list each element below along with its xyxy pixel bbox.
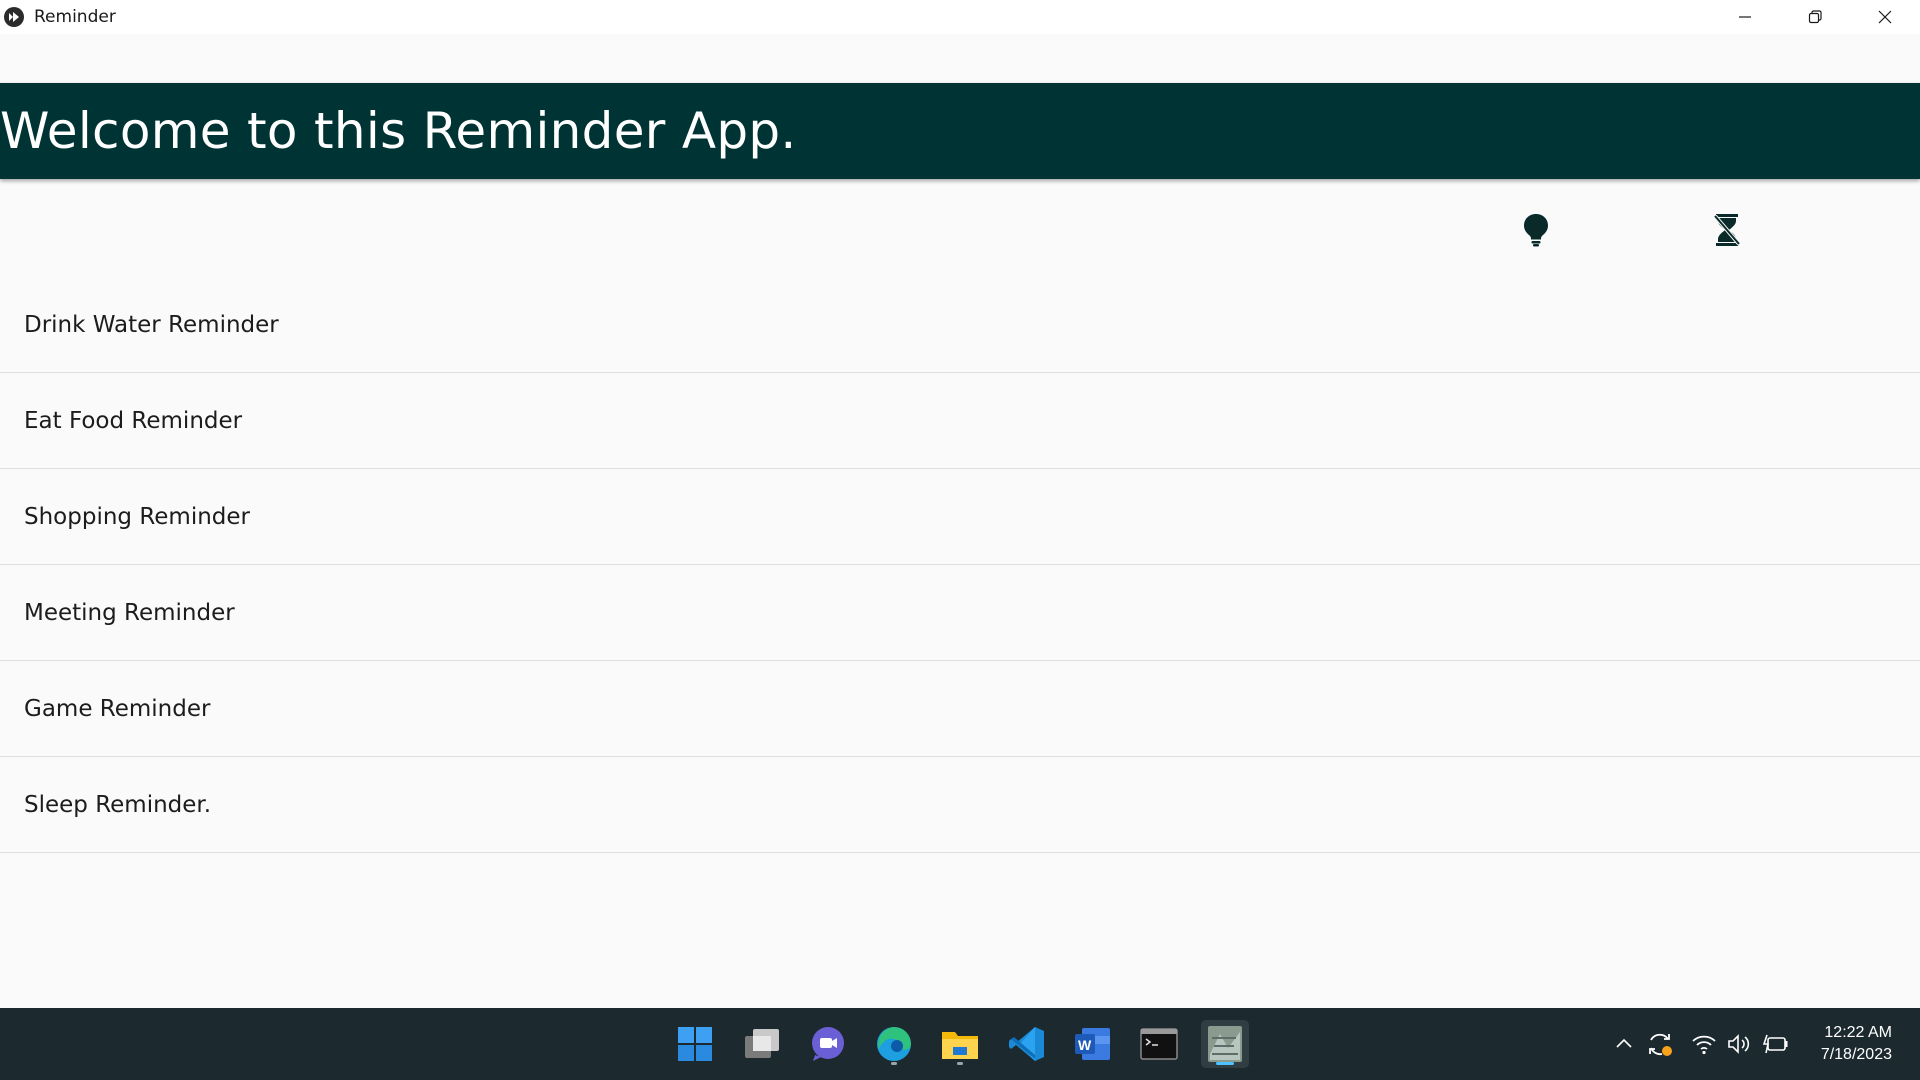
list-item-label: Sleep Reminder. (24, 791, 212, 818)
network-tray-button[interactable] (1686, 1026, 1722, 1062)
minimize-icon (1739, 16, 1751, 18)
edge-icon (877, 1027, 911, 1061)
list-item-label: Drink Water Reminder (24, 311, 279, 338)
clock-date: 7/18/2023 (1820, 1046, 1892, 1063)
list-item-label: Game Reminder (24, 695, 211, 722)
taskbar: W 12:22 AM 7/18/2023 (0, 1008, 1920, 1080)
file-explorer-icon (942, 1032, 978, 1059)
edge-running-indicator (891, 1062, 897, 1065)
file-explorer-running-indicator (957, 1062, 963, 1065)
windows-start-icon (678, 1027, 712, 1061)
wifi-icon (1692, 1035, 1716, 1055)
taskbar-reminder-app[interactable] (1201, 1020, 1249, 1068)
list-item-label: Shopping Reminder (24, 503, 251, 530)
close-button[interactable] (1850, 0, 1920, 34)
battery-tray-button[interactable] (1758, 1026, 1794, 1062)
terminal-icon (1140, 1028, 1178, 1060)
reminder-app-icon (1208, 1026, 1242, 1062)
list-item[interactable]: Shopping Reminder (0, 469, 1920, 565)
teams-chat-icon (812, 1027, 844, 1061)
word-icon: W (1075, 1028, 1110, 1060)
chevron-up-icon (1616, 1038, 1632, 1048)
title-bar[interactable]: Reminder (0, 0, 1920, 34)
window-controls (1710, 0, 1920, 34)
lightbulb-button[interactable] (1518, 212, 1554, 248)
list-item-label: Meeting Reminder (24, 599, 235, 626)
battery-icon (1763, 1034, 1788, 1054)
volume-tray-button[interactable] (1722, 1026, 1758, 1062)
show-hidden-icons-button[interactable] (1606, 1026, 1642, 1062)
lightbulb-icon (1524, 214, 1548, 247)
taskbar-clock[interactable]: 12:22 AM 7/18/2023 (1821, 1022, 1892, 1066)
taskbar-word[interactable]: W (1069, 1020, 1117, 1068)
page-title: Welcome to this Reminder App. (0, 102, 797, 160)
list-item-label: Eat Food Reminder (24, 407, 243, 434)
taskbar-file-explorer[interactable] (936, 1020, 984, 1068)
taskbar-task-view[interactable] (738, 1020, 786, 1068)
restore-icon (1808, 10, 1822, 24)
clock-time: 12:22 AM (1824, 1024, 1892, 1041)
volume-icon (1728, 1034, 1750, 1054)
taskbar-terminal[interactable] (1135, 1020, 1183, 1068)
kivy-app-icon (4, 7, 24, 27)
reminder-list: Drink Water Reminder Eat Food Reminder S… (0, 277, 1920, 853)
restore-button[interactable] (1780, 0, 1850, 34)
system-tray (1606, 1008, 1794, 1080)
list-item[interactable]: Game Reminder (0, 661, 1920, 757)
list-item[interactable]: Sleep Reminder. (0, 757, 1920, 853)
start-button[interactable] (671, 1020, 719, 1068)
timer-off-button[interactable] (1709, 212, 1745, 248)
list-item[interactable]: Eat Food Reminder (0, 373, 1920, 469)
window-title: Reminder (34, 7, 116, 27)
minimize-button[interactable] (1710, 0, 1780, 34)
app-header: Welcome to this Reminder App. (0, 83, 1920, 179)
taskbar-teams-chat[interactable] (804, 1020, 852, 1068)
task-view-icon (745, 1029, 779, 1058)
app-window: Reminder Welcome to this Reminder App. D… (0, 0, 1920, 1008)
list-item[interactable]: Meeting Reminder (0, 565, 1920, 661)
svg-text:W: W (1078, 1037, 1092, 1053)
close-icon (1878, 10, 1892, 24)
taskbar-vscode[interactable] (1003, 1020, 1051, 1068)
sync-icon (1649, 1033, 1672, 1056)
reminder-app-active-indicator (1216, 1062, 1234, 1065)
vscode-icon (1009, 1027, 1044, 1061)
sync-tray-button[interactable] (1642, 1026, 1678, 1062)
list-item[interactable]: Drink Water Reminder (0, 277, 1920, 373)
taskbar-edge[interactable] (870, 1020, 918, 1068)
timer-off-icon (1713, 214, 1741, 246)
